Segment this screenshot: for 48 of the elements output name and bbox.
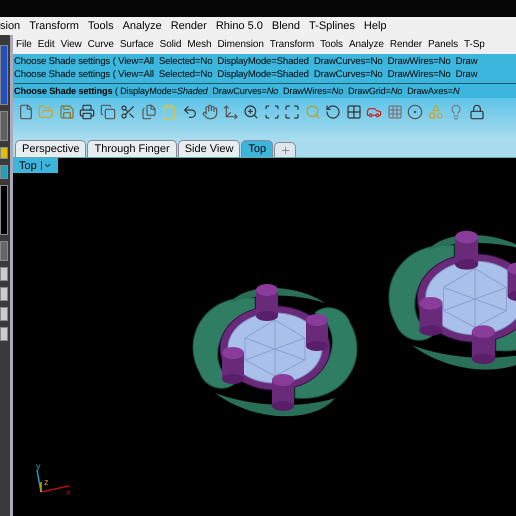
viewport-label[interactable]: Top — [13, 158, 58, 173]
menu-item[interactable]: Help — [364, 20, 387, 32]
menu-item[interactable]: Tools — [320, 39, 343, 50]
menu-item[interactable]: sion — [0, 20, 20, 32]
menu-item[interactable]: Blend — [272, 20, 300, 32]
hand-icon[interactable] — [202, 103, 218, 121]
files-icon[interactable] — [140, 103, 157, 121]
scissors-icon[interactable] — [120, 103, 136, 121]
viewport-tab[interactable]: Side View — [178, 140, 240, 157]
menu-item[interactable]: Edit — [38, 39, 55, 50]
copy-icon[interactable] — [99, 103, 116, 121]
menu-item[interactable]: Analyze — [348, 39, 384, 50]
undo-icon[interactable] — [181, 103, 198, 121]
rotate-icon[interactable] — [324, 103, 342, 121]
grid-icon[interactable] — [345, 103, 362, 121]
lock-icon[interactable] — [468, 103, 485, 121]
grid-plane-icon[interactable] — [386, 103, 403, 121]
circle-icon[interactable] — [406, 103, 424, 121]
viewport-tab[interactable]: Through Finger — [87, 140, 177, 157]
command-history-line: Choose Shade settings ( View=All Selected=No DisplayMode=Shaded DrawCurves=No DrawWires=No Draw — [14, 68, 478, 81]
move-icon[interactable] — [222, 103, 239, 121]
menu-item[interactable]: Render — [390, 39, 422, 50]
caret-icon[interactable] — [40, 161, 52, 170]
menu-item[interactable]: Analyze — [122, 20, 162, 32]
menu-item[interactable]: View — [60, 39, 82, 50]
menu-item[interactable]: Surface — [120, 39, 154, 50]
menu-item[interactable]: Rhino 5.0 — [216, 20, 263, 32]
menu-item[interactable]: Transform — [29, 20, 79, 32]
add-tab-button[interactable] — [274, 142, 296, 157]
menu-item[interactable]: T-Splines — [309, 20, 355, 32]
plus-icon — [280, 144, 291, 156]
new-file-icon[interactable] — [17, 103, 34, 121]
viewport-tab[interactable]: Perspective — [15, 140, 86, 157]
menu-item[interactable]: T-Sp — [464, 39, 485, 50]
menu-item[interactable]: File — [16, 39, 32, 50]
menu-item[interactable]: Tools — [88, 20, 114, 32]
printer-icon[interactable] — [78, 103, 96, 121]
menu-item[interactable]: Curve — [88, 39, 114, 50]
command-history-line: Choose Shade settings ( View=All Selected=No DisplayMode=Shaded DrawCurves=No DrawWires=No Draw — [14, 55, 478, 68]
menu-item[interactable]: Transform — [270, 39, 314, 50]
menu-item[interactable]: Dimension — [217, 39, 264, 50]
menu-item[interactable]: Mesh — [187, 39, 212, 50]
viewport-tab[interactable]: Top — [241, 140, 274, 157]
zoom-in-icon[interactable] — [242, 103, 260, 121]
menu-item[interactable]: Panels — [428, 39, 458, 50]
menu-item[interactable]: Solid — [160, 39, 182, 50]
menu-item[interactable]: Render — [170, 20, 207, 32]
clipboard-icon[interactable] — [160, 103, 178, 121]
